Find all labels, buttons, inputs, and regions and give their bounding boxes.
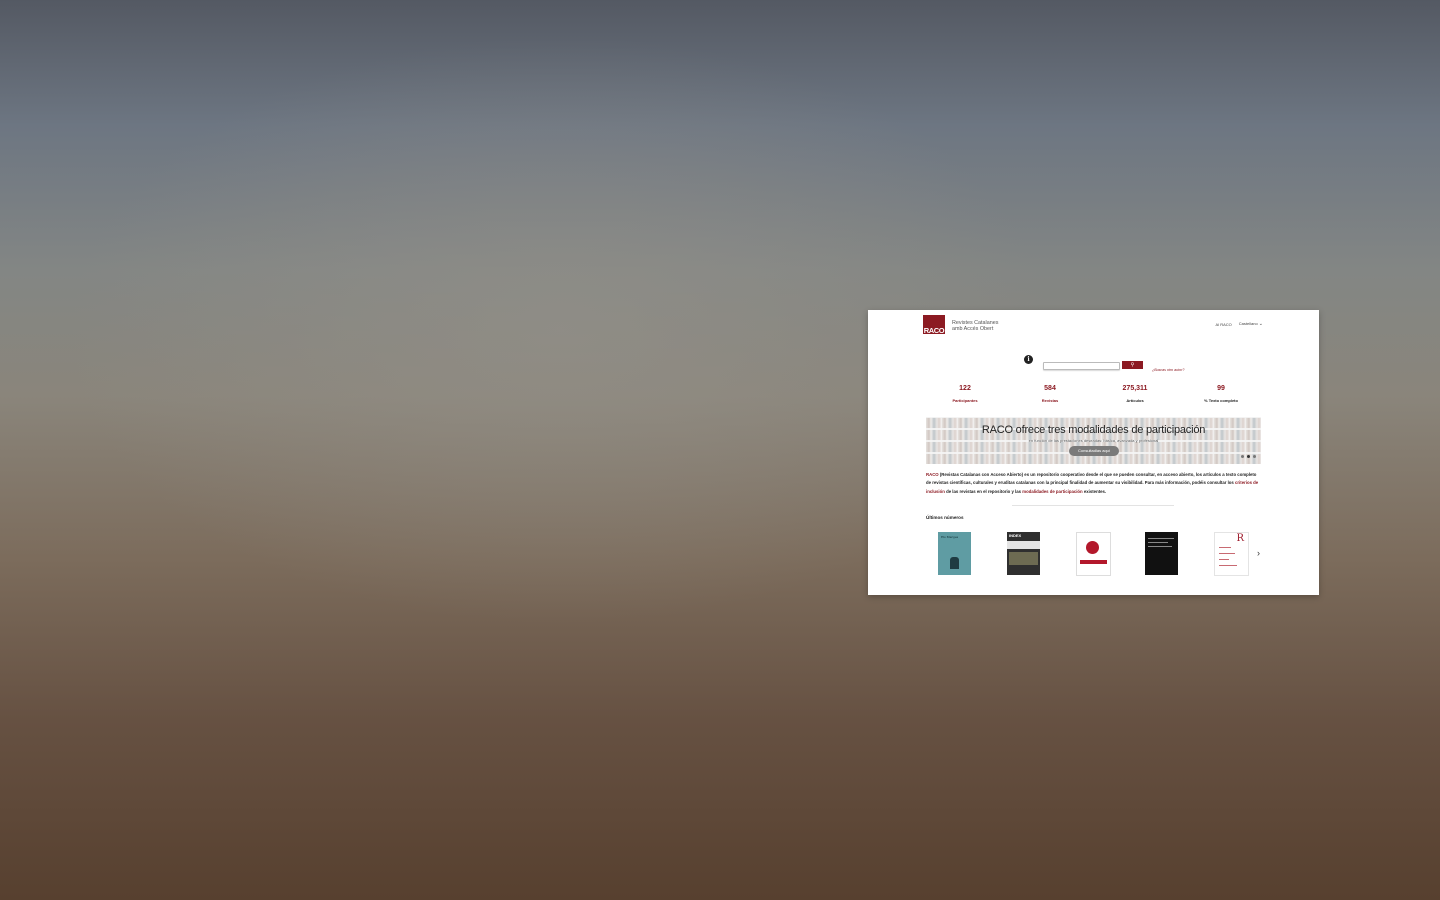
language-label: Castellano: [1238, 321, 1258, 326]
carousel-dots: [1241, 455, 1256, 458]
journal-cover[interactable]: R: [1214, 532, 1249, 576]
cover-letter: R: [1236, 533, 1244, 544]
search-icon: ⚲: [1130, 362, 1135, 368]
stats-row: 122 Participantes 584 Revistas 275,311 A…: [868, 385, 1319, 409]
site-name: Revistes Catalanes amb Accés Obert: [952, 320, 998, 332]
intro-text-3: existentes.: [1082, 488, 1107, 494]
cover-band: [1007, 541, 1040, 549]
search-button[interactable]: ⚲: [1122, 361, 1143, 369]
banner-button[interactable]: Consultadlas aquí: [1069, 446, 1119, 456]
site-name-line2: amb Accés Obert: [952, 326, 994, 332]
search-input[interactable]: [1043, 362, 1120, 370]
participation-modes-link[interactable]: modalidades de participación: [1022, 489, 1082, 494]
stat-label: Artículos: [1126, 398, 1144, 403]
stat-journals: 584 Revistas: [1020, 385, 1080, 403]
banner-subtitle: en función de las prestaciones deseadas:…: [1028, 438, 1159, 443]
carousel-dot[interactable]: [1253, 455, 1256, 458]
cover-line: [1219, 565, 1237, 566]
stat-value: 275,311: [1122, 385, 1148, 392]
stat-articles: 275,311 Artículos: [1105, 385, 1165, 403]
stat-label[interactable]: Participantes: [935, 398, 995, 403]
carousel-dot[interactable]: [1247, 455, 1250, 458]
cover-band: [1080, 560, 1107, 564]
hero-banner: RACO ofrece tres modalidades de particip…: [926, 417, 1261, 464]
desktop-background: { "header": { "logo_text": "RACO", "site…: [0, 0, 1440, 900]
stat-fulltext: 99 % Texto completo: [1191, 385, 1251, 403]
journal-cover[interactable]: INDEX: [1007, 532, 1040, 575]
cover-title: INDEX: [1009, 533, 1022, 538]
intro-text-1: (Revistas Catalanas con Acceso Abierto) …: [926, 472, 1257, 486]
cover-line: [1148, 538, 1174, 539]
nav-about-link[interactable]: Al RACO: [1216, 322, 1232, 327]
banner-title: RACO ofrece tres modalidades de particip…: [981, 424, 1206, 436]
cover-line: [1148, 546, 1172, 547]
latest-issues-heading: Últimos números: [926, 515, 964, 520]
stat-value: 99: [1217, 385, 1225, 392]
cover-line: [1219, 547, 1231, 548]
top-nav: Al RACO Castellano ⌄: [1216, 321, 1263, 327]
stat-value: 122: [959, 385, 971, 392]
stat-label: % Texto completo: [1204, 398, 1238, 403]
logo-text: RACO: [923, 325, 945, 335]
cover-line: [1219, 559, 1229, 560]
cover-photo: [1009, 552, 1038, 565]
journal-cover[interactable]: Els Marges: [938, 532, 971, 575]
cover-title: Els Marges: [941, 535, 959, 539]
stat-label[interactable]: Revistas: [1020, 398, 1080, 403]
site-header: RACO Revistes Catalanes amb Accés Obert …: [868, 310, 1319, 338]
journal-cover[interactable]: [1145, 532, 1178, 575]
raco-logo[interactable]: RACO: [923, 315, 945, 334]
journal-cover[interactable]: [1076, 532, 1111, 576]
website-screenshot: RACO Revistes Catalanes amb Accés Obert …: [868, 310, 1319, 595]
cover-logo: [1086, 541, 1099, 554]
divider: [1012, 505, 1174, 506]
cover-figure: [950, 557, 959, 569]
stat-participants: 122 Participantes: [935, 385, 995, 403]
raco-link[interactable]: RACO: [926, 472, 939, 477]
stat-value: 584: [1044, 385, 1056, 392]
other-author-link[interactable]: ¿Buscas otro autor?: [1152, 368, 1184, 372]
cover-line: [1219, 553, 1235, 554]
chevron-down-icon: ⌄: [1258, 321, 1263, 327]
chevron-right-icon[interactable]: ›: [1257, 548, 1260, 558]
intro-text-2: de las revistas en el repositorio y las: [944, 488, 1023, 494]
info-icon[interactable]: i: [1024, 355, 1033, 364]
carousel-dot[interactable]: [1241, 455, 1244, 458]
cover-line: [1148, 542, 1168, 543]
intro-paragraph: RACO (Revistas Catalanas con Acceso Abie…: [926, 471, 1261, 496]
language-select[interactable]: Castellano ⌄: [1239, 321, 1263, 327]
